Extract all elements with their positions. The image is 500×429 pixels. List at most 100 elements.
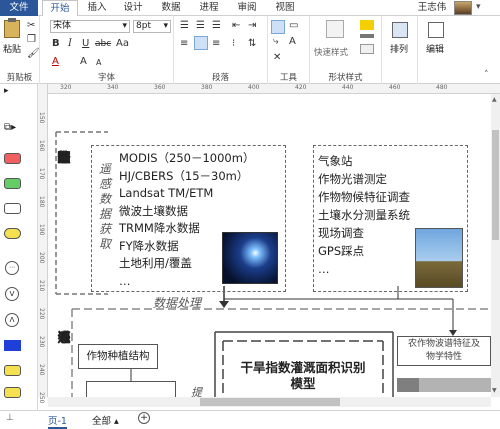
align-middle-icon[interactable]: ☰ [196, 20, 205, 32]
crop-feature-box[interactable]: 农作物波谱特征及 物学特性 [397, 336, 491, 366]
shape-white-rect[interactable] [4, 203, 21, 214]
quick-styles-icon[interactable] [326, 20, 344, 38]
align-bottom-icon[interactable]: ☰ [212, 20, 221, 32]
list-item: Landsat TM/ETM [119, 186, 214, 200]
change-case-button[interactable]: Aa [116, 38, 129, 50]
list-item: HJ/CBERS（15－30m） [119, 168, 249, 183]
scroll-down-icon[interactable]: ▼ [492, 387, 497, 394]
copy-icon[interactable]: ❐ [27, 34, 36, 46]
shapes-menu-icon[interactable]: ⧉▸ [4, 122, 16, 133]
bullets-icon[interactable]: ⁝ [232, 38, 235, 50]
italic-button[interactable]: I [68, 38, 72, 50]
tab-process[interactable]: 进程 [196, 0, 222, 16]
rectangle-tool-icon[interactable]: ▭ [289, 20, 298, 32]
ruler-tick: 210 [38, 280, 45, 292]
shape-circle-1[interactable]: ⋯ [5, 261, 19, 275]
shape-blue-rect[interactable] [4, 340, 21, 351]
vertical-scrollbar[interactable]: ▲ ▼ [491, 94, 500, 397]
chevron-down-icon: ▾ [163, 21, 168, 31]
vertical-scroll-thumb[interactable] [492, 130, 499, 240]
crop-feature-line: 物学特性 [425, 352, 462, 362]
drawing-canvas[interactable]: 数 据 获 取 与 野 外 调 查 遥 感 数 据 获 取 MODIS（250－… [48, 94, 491, 397]
ruler-tick: 170 [38, 168, 45, 180]
line-color-icon[interactable] [360, 34, 374, 38]
bold-button[interactable]: B [52, 38, 60, 50]
decrease-indent-icon[interactable]: ⇤ [232, 20, 240, 32]
list-item: … [318, 262, 330, 276]
arrange-button[interactable]: 排列 [390, 42, 408, 55]
edit-group: 编辑 [418, 16, 454, 84]
align-center-icon[interactable] [194, 36, 208, 50]
horizontal-scrollbar[interactable] [48, 397, 491, 407]
shape-yellow-rect-1[interactable] [4, 365, 21, 376]
all-pages-button[interactable]: 全部 ▴ [92, 413, 119, 427]
align-left-icon[interactable]: ≡ [180, 38, 188, 50]
font-name-select[interactable]: 宋体 ▾ [50, 20, 130, 33]
align-right-icon[interactable]: ≡ [212, 38, 220, 50]
shape-circle-3[interactable]: Λ [5, 313, 19, 327]
shrink-font-button[interactable]: A [96, 57, 101, 69]
fill-color-icon[interactable] [360, 20, 374, 30]
avatar[interactable] [454, 1, 472, 15]
vertical-ruler: 150 160 170 180 190 200 210 220 230 240 250 [38, 84, 48, 403]
collapse-ribbon-icon[interactable]: ˄ [484, 70, 489, 80]
ruler-tick: 230 [38, 336, 45, 348]
edit-button[interactable]: 编辑 [426, 42, 444, 55]
ruler-tick: 420 [295, 84, 307, 91]
increase-indent-icon[interactable]: ⇥ [248, 20, 256, 32]
tab-review[interactable]: 审阅 [234, 0, 260, 16]
ruler-tick: 320 [60, 84, 72, 91]
model-title-line: 模型 [290, 376, 316, 391]
chevron-down-icon[interactable]: ▾ [476, 2, 481, 12]
user-name[interactable]: 王志伟 [414, 0, 450, 16]
format-painter-icon[interactable]: 🖌 [27, 48, 40, 60]
shape-yellow-ellipse[interactable] [4, 228, 21, 239]
text-tool-icon[interactable]: A [289, 36, 296, 48]
shape-yellow-rect-2[interactable] [4, 387, 21, 398]
shape-styles-label: 形状样式 [328, 73, 363, 83]
add-page-button[interactable]: + [138, 412, 150, 424]
align-top-icon[interactable]: ☰ [180, 20, 189, 32]
tab-view[interactable]: 视图 [272, 0, 298, 16]
cut-icon[interactable]: ✂ [27, 20, 35, 32]
font-size-select[interactable]: 8pt ▾ [133, 20, 171, 33]
crop-structure-text: 作物种植结构 [86, 350, 150, 362]
clipboard-group: 粘贴 ✂ ❐ 🖌 剪贴板 [0, 16, 40, 84]
edit-icon[interactable] [428, 22, 444, 38]
list-item: 土壤水分测量系统 [318, 208, 410, 222]
paste-icon[interactable] [4, 20, 20, 38]
arrange-icon[interactable] [392, 22, 408, 38]
quick-styles-button[interactable]: 快速样式 [314, 46, 348, 58]
grow-font-button[interactable]: A [80, 56, 87, 68]
scroll-up-icon[interactable]: ▲ [492, 96, 497, 103]
satellite-image[interactable] [222, 232, 278, 284]
horizontal-scroll-thumb[interactable] [200, 398, 340, 406]
font-color-button[interactable]: A [52, 56, 59, 68]
tab-design[interactable]: 设计 [120, 0, 146, 16]
ruler-tick: 200 [38, 252, 45, 264]
arrange-group: 排列 [382, 16, 418, 84]
pointer-tool-icon[interactable] [271, 20, 285, 34]
page-nav-icon[interactable]: ⊥ [6, 413, 14, 423]
underline-button[interactable]: U [82, 38, 89, 50]
paragraph-group: ☰ ☰ ☰ ⇤ ⇥ ≡ ≡ ⁝ ⇅ 段落 [174, 16, 268, 84]
text-direction-icon[interactable]: ⇅ [248, 38, 256, 50]
shape-circle-2[interactable]: V [5, 287, 19, 301]
paste-button[interactable]: 粘贴 [3, 42, 21, 55]
font-group-label: 字体 [97, 73, 115, 83]
crop-structure-box[interactable]: 作物种植结构 [78, 344, 158, 369]
ribbon: 粘贴 ✂ ❐ 🖌 剪贴板 宋体 ▾ 8pt ▾ B I U abc Aa A A A… [0, 16, 500, 84]
tab-home[interactable]: 开始 [42, 0, 78, 17]
shadow-icon[interactable] [360, 44, 374, 54]
shape-red-rounded[interactable] [4, 153, 21, 164]
shape-green-rounded[interactable] [4, 178, 21, 189]
tab-data[interactable]: 数据 [158, 0, 184, 16]
connection-point-icon[interactable]: ✕ [273, 52, 281, 64]
collapse-arrow-icon[interactable]: ▸ [4, 86, 9, 96]
strikethrough-button[interactable]: abc [95, 38, 111, 50]
tab-insert[interactable]: 插入 [84, 0, 110, 16]
ruler-tick: 150 [38, 112, 45, 124]
field-station-photo[interactable] [415, 228, 463, 288]
tab-file[interactable]: 文件 [0, 0, 38, 16]
connector-tool-icon[interactable]: ⤷ [273, 36, 279, 48]
